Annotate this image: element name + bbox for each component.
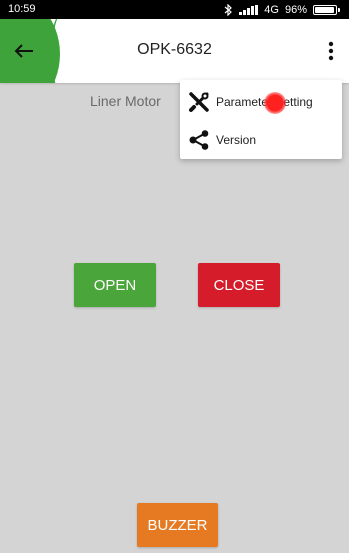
status-time: 10:59 <box>8 3 36 15</box>
page-title: OPK-6632 <box>137 41 212 58</box>
overflow-menu: Parameter Setting Version <box>180 80 342 159</box>
status-bar: 10:59 4G 96% <box>0 0 349 19</box>
buzzer-button[interactable]: BUZZER <box>137 503 218 547</box>
battery-percent: 96% <box>284 3 307 16</box>
close-button[interactable]: CLOSE <box>198 263 280 307</box>
menu-item-parameter-setting[interactable]: Parameter Setting <box>180 84 342 120</box>
more-vertical-icon <box>328 41 334 61</box>
section-label: Liner Motor <box>90 93 161 109</box>
signal-icon <box>239 4 259 15</box>
open-button[interactable]: OPEN <box>74 263 156 307</box>
share-icon <box>185 128 213 152</box>
status-indicators: 4G 96% <box>224 2 340 17</box>
menu-item-label: Version <box>216 133 257 147</box>
network-type: 4G <box>264 3 279 16</box>
tools-icon <box>185 90 213 114</box>
app-bar: OPK-6632 <box>0 19 349 83</box>
bluetooth-icon <box>224 3 233 16</box>
menu-item-version[interactable]: Version <box>180 122 342 158</box>
battery-icon <box>313 4 340 15</box>
more-options-button[interactable] <box>319 35 343 67</box>
menu-item-label: Parameter Setting <box>216 95 313 109</box>
